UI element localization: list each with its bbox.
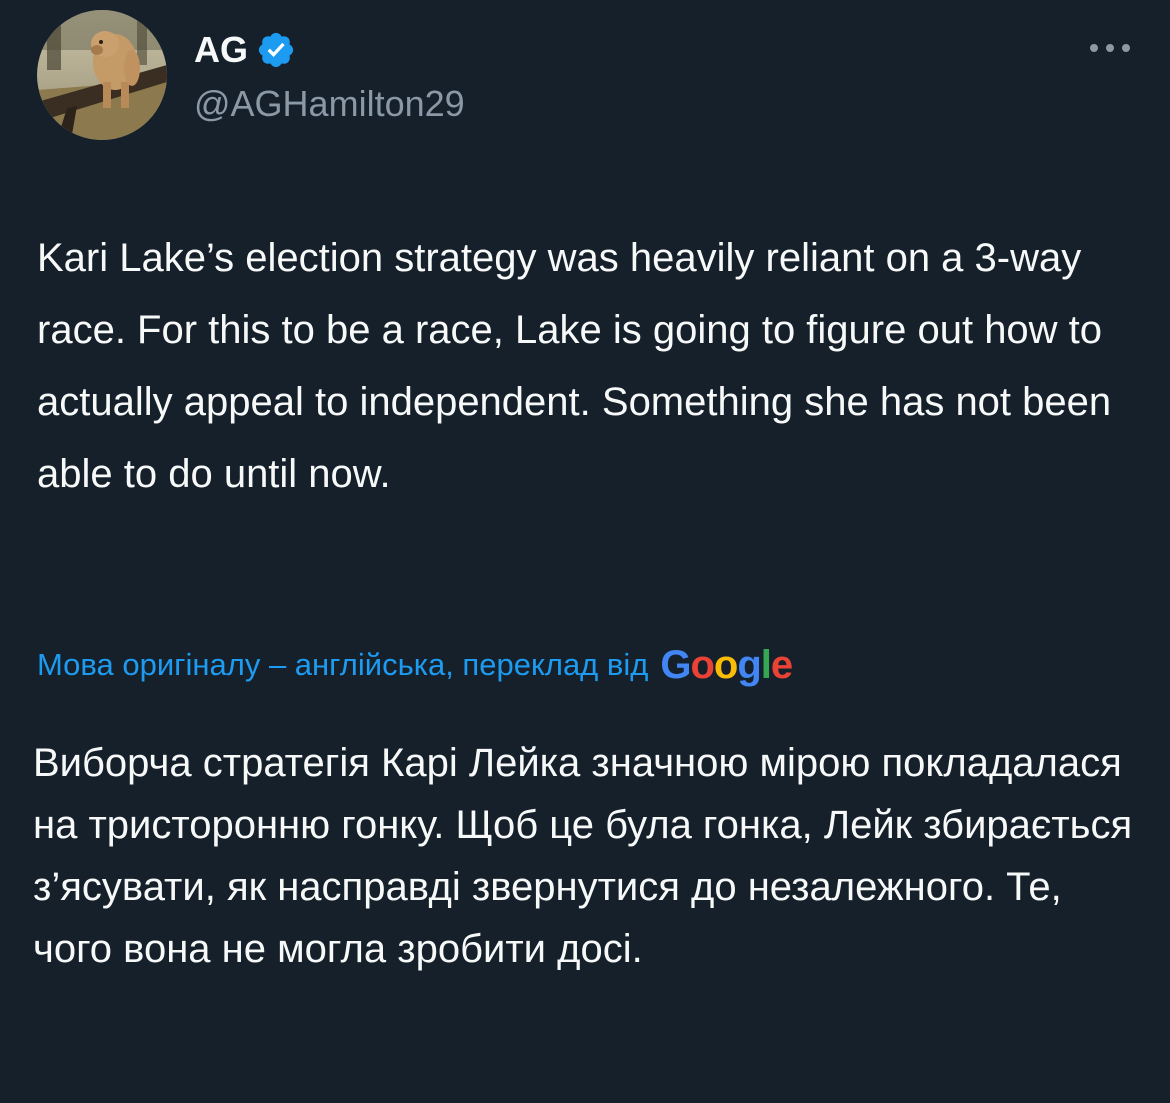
more-options-icon (1090, 44, 1130, 52)
dog-photo-avatar-icon (37, 10, 167, 140)
google-logo-letter: G (660, 643, 691, 687)
translation-attribution-link[interactable]: Мова оригіналу – англійська, переклад ві… (37, 640, 793, 690)
user-handle[interactable]: @AGHamilton29 (194, 82, 465, 126)
more-options-button[interactable] (1082, 32, 1138, 64)
name-row: AG (194, 28, 465, 72)
google-logo-letter: o (690, 643, 714, 687)
google-logo-letter: l (760, 643, 772, 687)
display-name[interactable]: AG (194, 28, 248, 72)
author-info: AG @AGHamilton29 (194, 28, 465, 126)
google-logo-letter: o (713, 643, 738, 687)
tweet-text: Kari Lake’s election strategy was heavil… (37, 236, 1112, 496)
avatar[interactable] (37, 10, 167, 140)
verified-badge-icon[interactable] (256, 30, 296, 70)
google-logo: Google (660, 640, 793, 690)
translated-tweet-text: Виборча стратегія Карі Лейка значною мір… (33, 741, 1133, 971)
tweet-card: AG @AGHamilton29 Kari Lake’s election st… (0, 0, 1170, 1103)
translation-label: Мова оригіналу – англійська, переклад ві… (37, 647, 649, 682)
google-logo-letter: g (737, 643, 761, 687)
google-logo-letter: e (770, 643, 793, 687)
